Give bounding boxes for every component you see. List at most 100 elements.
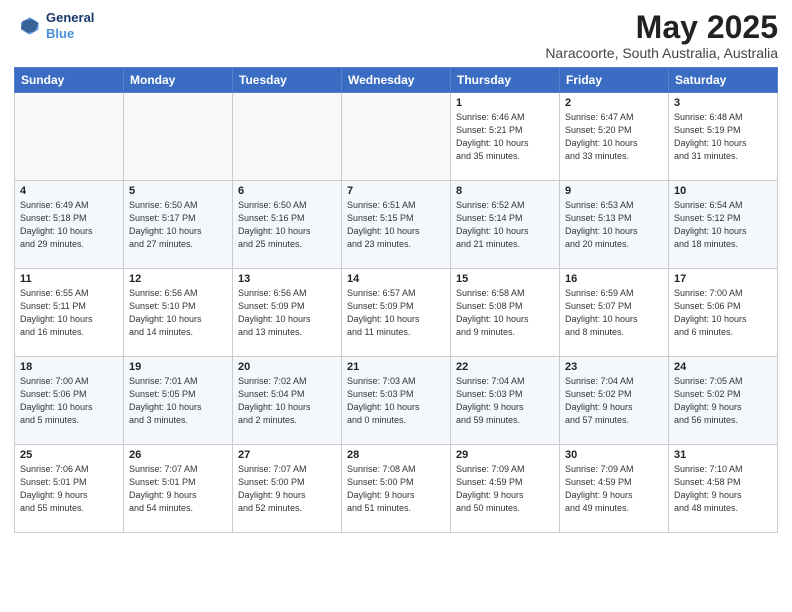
day-info: Sunrise: 6:50 AM Sunset: 5:17 PM Dayligh… [129, 199, 227, 251]
logo: General Blue [14, 10, 94, 41]
day-info: Sunrise: 6:54 AM Sunset: 5:12 PM Dayligh… [674, 199, 772, 251]
day-number: 16 [565, 273, 663, 285]
calendar-cell [124, 93, 233, 181]
calendar-cell: 16 Sunrise: 6:59 AM Sunset: 5:07 PM Dayli… [560, 269, 669, 357]
day-info: Sunrise: 6:59 AM Sunset: 5:07 PM Dayligh… [565, 287, 663, 339]
day-number: 17 [674, 273, 772, 285]
day-info: Sunrise: 6:46 AM Sunset: 5:21 PM Dayligh… [456, 111, 554, 163]
logo-line1: General [46, 10, 94, 26]
calendar-cell: 6 Sunrise: 6:50 AM Sunset: 5:16 PM Daylig… [233, 181, 342, 269]
day-info: Sunrise: 6:49 AM Sunset: 5:18 PM Dayligh… [20, 199, 118, 251]
col-sunday: Sunday [15, 68, 124, 93]
day-info: Sunrise: 7:09 AM Sunset: 4:59 PM Dayligh… [565, 463, 663, 515]
day-number: 23 [565, 361, 663, 373]
day-info: Sunrise: 7:04 AM Sunset: 5:03 PM Dayligh… [456, 375, 554, 427]
day-info: Sunrise: 7:08 AM Sunset: 5:00 PM Dayligh… [347, 463, 445, 515]
col-thursday: Thursday [451, 68, 560, 93]
calendar-cell: 14 Sunrise: 6:57 AM Sunset: 5:09 PM Dayli… [342, 269, 451, 357]
calendar-week-5: 25 Sunrise: 7:06 AM Sunset: 5:01 PM Dayli… [15, 445, 778, 533]
day-number: 12 [129, 273, 227, 285]
day-info: Sunrise: 6:56 AM Sunset: 5:09 PM Dayligh… [238, 287, 336, 339]
col-monday: Monday [124, 68, 233, 93]
logo-line2: Blue [46, 26, 74, 41]
day-number: 15 [456, 273, 554, 285]
day-info: Sunrise: 6:52 AM Sunset: 5:14 PM Dayligh… [456, 199, 554, 251]
calendar-cell [15, 93, 124, 181]
calendar-cell: 9Sunrise: 6:53 AM Sunset: 5:13 PM Daylig… [560, 181, 669, 269]
calendar-week-4: 18Sunrise: 7:00 AM Sunset: 5:06 PM Dayli… [15, 357, 778, 445]
day-info: Sunrise: 6:47 AM Sunset: 5:20 PM Dayligh… [565, 111, 663, 163]
day-info: Sunrise: 7:07 AM Sunset: 5:01 PM Dayligh… [129, 463, 227, 515]
day-info: Sunrise: 6:55 AM Sunset: 5:11 PM Dayligh… [20, 287, 118, 339]
day-info: Sunrise: 6:56 AM Sunset: 5:10 PM Dayligh… [129, 287, 227, 339]
day-info: Sunrise: 7:03 AM Sunset: 5:03 PM Dayligh… [347, 375, 445, 427]
calendar-cell: 29Sunrise: 7:09 AM Sunset: 4:59 PM Dayli… [451, 445, 560, 533]
calendar-week-1: 1Sunrise: 6:46 AM Sunset: 5:21 PM Daylig… [15, 93, 778, 181]
calendar-cell: 22Sunrise: 7:04 AM Sunset: 5:03 PM Dayli… [451, 357, 560, 445]
calendar-cell: 4 Sunrise: 6:49 AM Sunset: 5:18 PM Daylig… [15, 181, 124, 269]
day-number: 13 [238, 273, 336, 285]
calendar-cell: 27Sunrise: 7:07 AM Sunset: 5:00 PM Dayli… [233, 445, 342, 533]
calendar-cell: 12 Sunrise: 6:56 AM Sunset: 5:10 PM Dayli… [124, 269, 233, 357]
col-saturday: Saturday [669, 68, 778, 93]
day-number: 25 [20, 449, 118, 461]
calendar-header-row: Sunday Monday Tuesday Wednesday Thursday… [15, 68, 778, 93]
day-number: 30 [565, 449, 663, 461]
calendar-cell [342, 93, 451, 181]
day-info: Sunrise: 6:53 AM Sunset: 5:13 PM Dayligh… [565, 199, 663, 251]
day-info: Sunrise: 7:00 AM Sunset: 5:06 PM Dayligh… [20, 375, 118, 427]
day-info: Sunrise: 7:06 AM Sunset: 5:01 PM Dayligh… [20, 463, 118, 515]
day-number: 20 [238, 361, 336, 373]
day-info: Sunrise: 7:10 AM Sunset: 4:58 PM Dayligh… [674, 463, 772, 515]
calendar-cell: 3Sunrise: 6:48 AM Sunset: 5:19 PM Daylig… [669, 93, 778, 181]
day-number: 5 [129, 185, 227, 197]
location-subtitle: Naracoorte, South Australia, Australia [545, 45, 778, 61]
day-info: Sunrise: 6:57 AM Sunset: 5:09 PM Dayligh… [347, 287, 445, 339]
day-info: Sunrise: 6:51 AM Sunset: 5:15 PM Dayligh… [347, 199, 445, 251]
day-info: Sunrise: 7:04 AM Sunset: 5:02 PM Dayligh… [565, 375, 663, 427]
day-number: 6 [238, 185, 336, 197]
calendar-cell: 5 Sunrise: 6:50 AM Sunset: 5:17 PM Daylig… [124, 181, 233, 269]
calendar-cell: 19 Sunrise: 7:01 AM Sunset: 5:05 PM Dayli… [124, 357, 233, 445]
calendar-cell: 31 Sunrise: 7:10 AM Sunset: 4:58 PM Dayli… [669, 445, 778, 533]
calendar-week-3: 11 Sunrise: 6:55 AM Sunset: 5:11 PM Dayli… [15, 269, 778, 357]
calendar-cell: 30 Sunrise: 7:09 AM Sunset: 4:59 PM Dayli… [560, 445, 669, 533]
day-info: Sunrise: 6:48 AM Sunset: 5:19 PM Dayligh… [674, 111, 772, 163]
calendar: Sunday Monday Tuesday Wednesday Thursday… [14, 67, 778, 533]
day-number: 2 [565, 97, 663, 109]
calendar-cell: 2 Sunrise: 6:47 AM Sunset: 5:20 PM Daylig… [560, 93, 669, 181]
day-info: Sunrise: 7:00 AM Sunset: 5:06 PM Dayligh… [674, 287, 772, 339]
calendar-cell: 21 Sunrise: 7:03 AM Sunset: 5:03 PM Dayli… [342, 357, 451, 445]
calendar-cell: 20 Sunrise: 7:02 AM Sunset: 5:04 PM Dayli… [233, 357, 342, 445]
calendar-cell [233, 93, 342, 181]
day-number: 24 [674, 361, 772, 373]
day-info: Sunrise: 7:01 AM Sunset: 5:05 PM Dayligh… [129, 375, 227, 427]
calendar-cell: 10 Sunrise: 6:54 AM Sunset: 5:12 PM Dayli… [669, 181, 778, 269]
day-number: 4 [20, 185, 118, 197]
day-info: Sunrise: 6:50 AM Sunset: 5:16 PM Dayligh… [238, 199, 336, 251]
day-number: 7 [347, 185, 445, 197]
day-number: 27 [238, 449, 336, 461]
day-number: 31 [674, 449, 772, 461]
col-tuesday: Tuesday [233, 68, 342, 93]
day-number: 10 [674, 185, 772, 197]
calendar-cell: 26 Sunrise: 7:07 AM Sunset: 5:01 PM Dayli… [124, 445, 233, 533]
calendar-cell: 23 Sunrise: 7:04 AM Sunset: 5:02 PM Dayli… [560, 357, 669, 445]
day-number: 21 [347, 361, 445, 373]
calendar-cell: 15 Sunrise: 6:58 AM Sunset: 5:08 PM Dayli… [451, 269, 560, 357]
day-number: 11 [20, 273, 118, 285]
logo-icon [14, 12, 42, 40]
calendar-cell: 13 Sunrise: 6:56 AM Sunset: 5:09 PM Dayli… [233, 269, 342, 357]
day-number: 14 [347, 273, 445, 285]
calendar-cell: 24Sunrise: 7:05 AM Sunset: 5:02 PM Dayli… [669, 357, 778, 445]
calendar-cell: 1Sunrise: 6:46 AM Sunset: 5:21 PM Daylig… [451, 93, 560, 181]
day-number: 19 [129, 361, 227, 373]
calendar-cell: 8Sunrise: 6:52 AM Sunset: 5:14 PM Daylig… [451, 181, 560, 269]
col-wednesday: Wednesday [342, 68, 451, 93]
title-block: May 2025 Naracoorte, South Australia, Au… [545, 10, 778, 61]
calendar-week-2: 4 Sunrise: 6:49 AM Sunset: 5:18 PM Daylig… [15, 181, 778, 269]
day-info: Sunrise: 7:02 AM Sunset: 5:04 PM Dayligh… [238, 375, 336, 427]
calendar-cell: 7 Sunrise: 6:51 AM Sunset: 5:15 PM Daylig… [342, 181, 451, 269]
day-number: 26 [129, 449, 227, 461]
day-info: Sunrise: 6:58 AM Sunset: 5:08 PM Dayligh… [456, 287, 554, 339]
